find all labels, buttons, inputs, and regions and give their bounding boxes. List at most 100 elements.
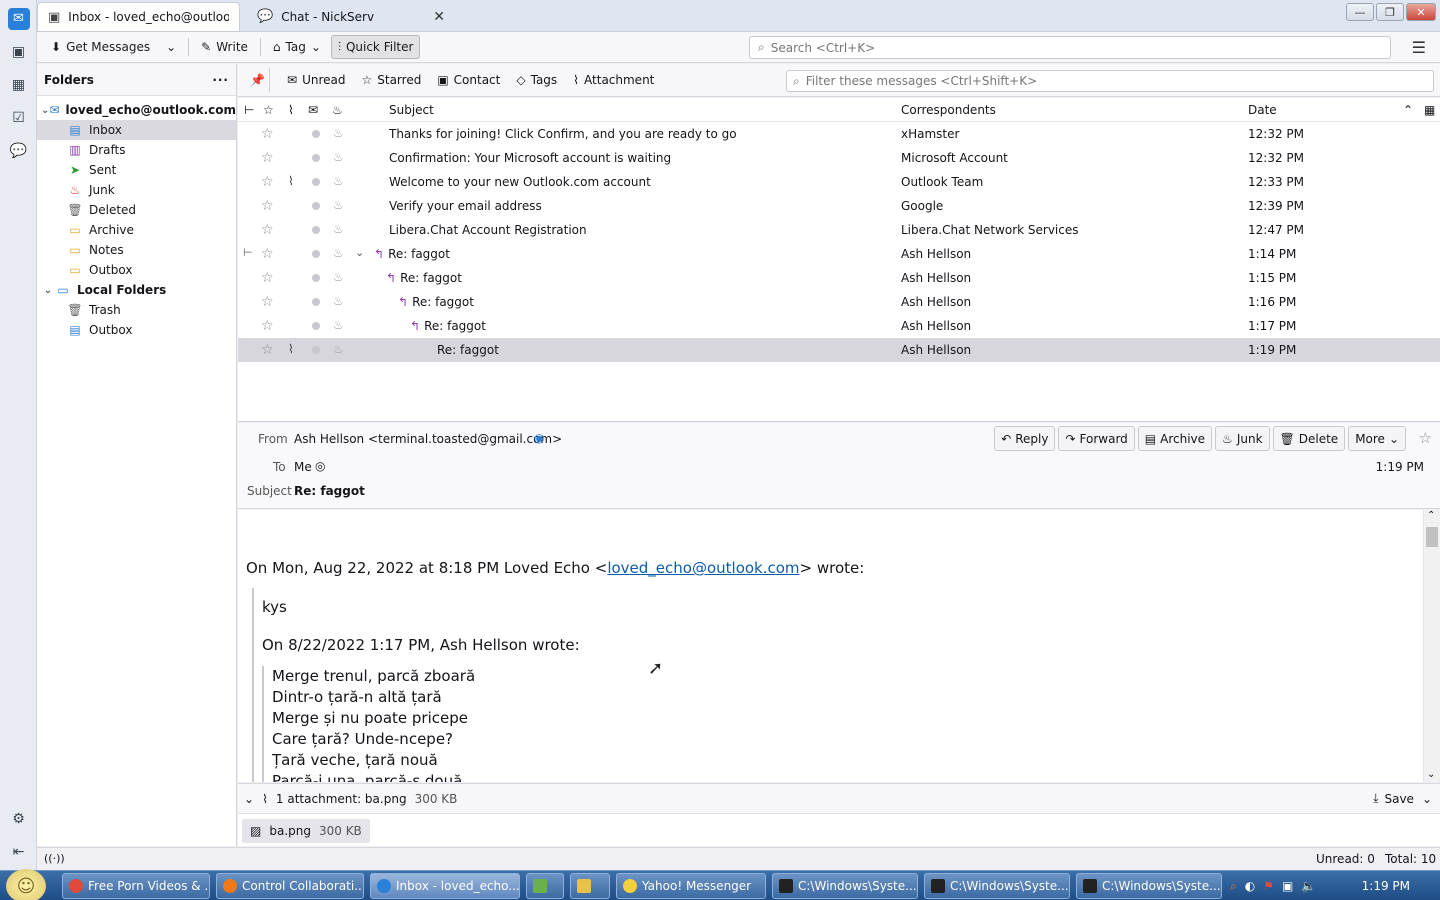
star-icon[interactable]: ☆ — [261, 246, 274, 262]
volume-tray-icon[interactable]: 🔈 — [1301, 879, 1316, 893]
chevron-down-icon[interactable]: ⌄ — [355, 246, 364, 259]
more-button[interactable]: More ⌄ — [1348, 426, 1406, 451]
restore-button[interactable]: ❐ — [1376, 3, 1404, 21]
table-row[interactable]: ☆ ♨ Libera.Chat Account Registration Lib… — [238, 218, 1440, 242]
scroll-down-arrow[interactable]: ⌄ — [1427, 769, 1435, 780]
table-row-selected[interactable]: ☆ ⌇ ♨ Re: faggot Ash Hellson 1:19 PM — [238, 338, 1440, 362]
save-attachment-button[interactable]: ⤓ Save — [1373, 791, 1414, 806]
star-icon[interactable]: ☆ — [261, 174, 274, 190]
star-icon[interactable]: ☆ — [261, 198, 274, 214]
star-icon[interactable]: ☆ — [261, 126, 274, 142]
attachment-summary[interactable]: 1 attachment: ba.png — [276, 792, 407, 806]
chevron-down-icon[interactable]: ⌄ — [1422, 792, 1432, 806]
mail-space-button[interactable]: ✉ — [0, 2, 37, 35]
chevron-down-icon[interactable]: ⌄ — [244, 792, 254, 806]
star-message-icon[interactable]: ☆ — [1419, 429, 1432, 447]
tasks-button[interactable]: ☑ — [0, 101, 37, 134]
taskbar-item-cmd-2[interactable]: C:\Windows\Syste... — [924, 873, 1070, 899]
junk-button[interactable]: ♨ Junk — [1215, 426, 1270, 451]
chat-space-button[interactable]: 💬 — [0, 134, 37, 167]
read-status-icon[interactable] — [312, 154, 320, 162]
thread-toggle-icon[interactable]: ⊢ — [244, 103, 254, 117]
folder-drafts[interactable]: ▥ Drafts — [37, 140, 236, 160]
read-status-icon[interactable] — [312, 322, 320, 330]
star-icon[interactable]: ☆ — [261, 342, 274, 358]
search-tray-icon[interactable]: ⌕ — [1230, 879, 1237, 894]
star-icon[interactable]: ☆ — [261, 318, 274, 334]
read-status-icon[interactable] — [312, 178, 320, 186]
table-row[interactable]: ☆ ♨ ↰ Re: faggot Ash Hellson 1:15 PM — [238, 266, 1440, 290]
messenger-tray-icon[interactable]: ◐ — [1245, 879, 1255, 893]
tag-button[interactable]: ⌂ Tag ⌄ — [267, 35, 327, 59]
start-button[interactable]: ☺ — [6, 869, 46, 900]
chevron-down-icon[interactable]: ⌄ — [41, 105, 49, 116]
clock[interactable]: 1:19 PM — [1362, 879, 1410, 893]
junk-status-icon[interactable]: ♨ — [333, 174, 344, 188]
read-status-icon[interactable] — [312, 346, 320, 354]
taskbar-item-thunderbird[interactable]: Inbox - loved_echo... — [370, 873, 520, 899]
close-icon[interactable]: ✕ — [433, 9, 445, 25]
star-icon[interactable]: ☆ — [261, 270, 274, 286]
write-button[interactable]: ✎ Write — [195, 35, 254, 59]
flag-tray-icon[interactable]: ⚑ — [1263, 879, 1274, 893]
column-correspondents[interactable]: Correspondents — [901, 103, 996, 117]
global-search-input[interactable]: ⌕ Search <Ctrl+K> — [749, 36, 1391, 59]
filter-tags-button[interactable]: ◇ Tags — [511, 68, 562, 92]
junk-status-icon[interactable]: ♨ — [333, 126, 344, 140]
taskbar-item-cmd-1[interactable]: C:\Windows\Syste... — [772, 873, 918, 899]
read-status-icon[interactable] — [312, 250, 320, 258]
scroll-up-arrow[interactable]: ⌃ — [1427, 510, 1435, 521]
junk-status-icon[interactable]: ♨ — [333, 270, 344, 284]
junk-status-icon[interactable]: ♨ — [333, 198, 344, 212]
read-status-icon[interactable] — [312, 130, 320, 138]
app-menu-button[interactable]: ☰ — [1412, 38, 1426, 57]
archive-button[interactable]: ▤ Archive — [1137, 426, 1213, 451]
account-row[interactable]: ⌄ ✉ loved_echo@outlook.com — [37, 100, 236, 120]
delete-button[interactable]: 🗑 Delete — [1272, 426, 1346, 451]
tab-inbox[interactable]: ▣ Inbox - loved_echo@outlook.co — [37, 2, 240, 31]
get-messages-dropdown[interactable]: ⌄ — [160, 35, 182, 59]
read-status-icon[interactable] — [312, 202, 320, 210]
contact-status-icon[interactable]: ◉ — [534, 431, 544, 445]
read-status-icon[interactable] — [312, 226, 320, 234]
junk-status-icon[interactable]: ♨ — [333, 342, 344, 356]
scroll-thumb[interactable] — [1426, 527, 1438, 547]
taskbar-item-yahoo[interactable]: Yahoo! Messenger — [616, 873, 766, 899]
folder-deleted[interactable]: 🗑 Deleted — [37, 200, 236, 220]
address-book-button[interactable]: ▣ — [0, 35, 37, 68]
attachment-column-icon[interactable]: ⌇ — [288, 103, 294, 117]
taskbar-item-explorer[interactable] — [570, 873, 610, 899]
table-row[interactable]: ☆ ♨ ↰ Re: faggot Ash Hellson 1:17 PM — [238, 314, 1440, 338]
folder-local-outbox[interactable]: ▤ Outbox — [37, 320, 236, 340]
taskbar-item-firefox[interactable]: Control Collaborati... — [216, 873, 364, 899]
table-row[interactable]: ⊢ ☆ ♨ ⌄ ↰ Re: faggot Ash Hellson 1:14 PM — [238, 242, 1440, 266]
read-status-icon[interactable] — [312, 298, 320, 306]
folder-outbox[interactable]: ▭ Outbox — [37, 260, 236, 280]
junk-status-icon[interactable]: ♨ — [333, 222, 344, 236]
column-date[interactable]: Date — [1248, 103, 1277, 117]
junk-status-icon[interactable]: ♨ — [333, 294, 344, 308]
local-folders-row[interactable]: ⌄ ▭ Local Folders — [37, 280, 236, 300]
message-body-scrollbar[interactable]: ⌃ ⌄ — [1423, 510, 1440, 782]
filter-unread-button[interactable]: ✉ Unread — [282, 68, 350, 92]
junk-status-icon[interactable]: ♨ — [333, 246, 344, 260]
network-tray-icon[interactable]: ▣ — [1282, 879, 1293, 893]
folder-trash[interactable]: 🗑 Trash — [37, 300, 236, 320]
from-value[interactable]: Ash Hellson <terminal.toasted@gmail.com> — [294, 432, 562, 446]
folder-junk[interactable]: ♨ Junk — [37, 180, 236, 200]
pin-filter-button[interactable]: 📌 — [246, 68, 270, 92]
read-status-icon[interactable] — [312, 274, 320, 282]
star-icon[interactable]: ☆ — [261, 222, 274, 238]
chevron-down-icon[interactable]: ⌄ — [41, 285, 55, 296]
column-picker-icon[interactable]: ▦ — [1424, 103, 1435, 117]
star-icon[interactable]: ☆ — [261, 294, 274, 310]
close-window-button[interactable]: ✕ — [1406, 3, 1436, 21]
folder-sent[interactable]: ➤ Sent — [37, 160, 236, 180]
taskbar-item-app[interactable] — [526, 873, 564, 899]
collapse-spaces-button[interactable]: ⇤ — [0, 835, 37, 868]
filter-contact-button[interactable]: ▣ Contact — [432, 68, 505, 92]
unread-column-icon[interactable]: ✉ — [308, 103, 318, 117]
column-subject[interactable]: Subject — [389, 103, 434, 117]
quick-filter-button[interactable]: ⫶ Quick Filter — [330, 35, 421, 59]
filter-messages-input[interactable]: ⌕ Filter these messages <Ctrl+Shift+K> — [786, 70, 1434, 92]
